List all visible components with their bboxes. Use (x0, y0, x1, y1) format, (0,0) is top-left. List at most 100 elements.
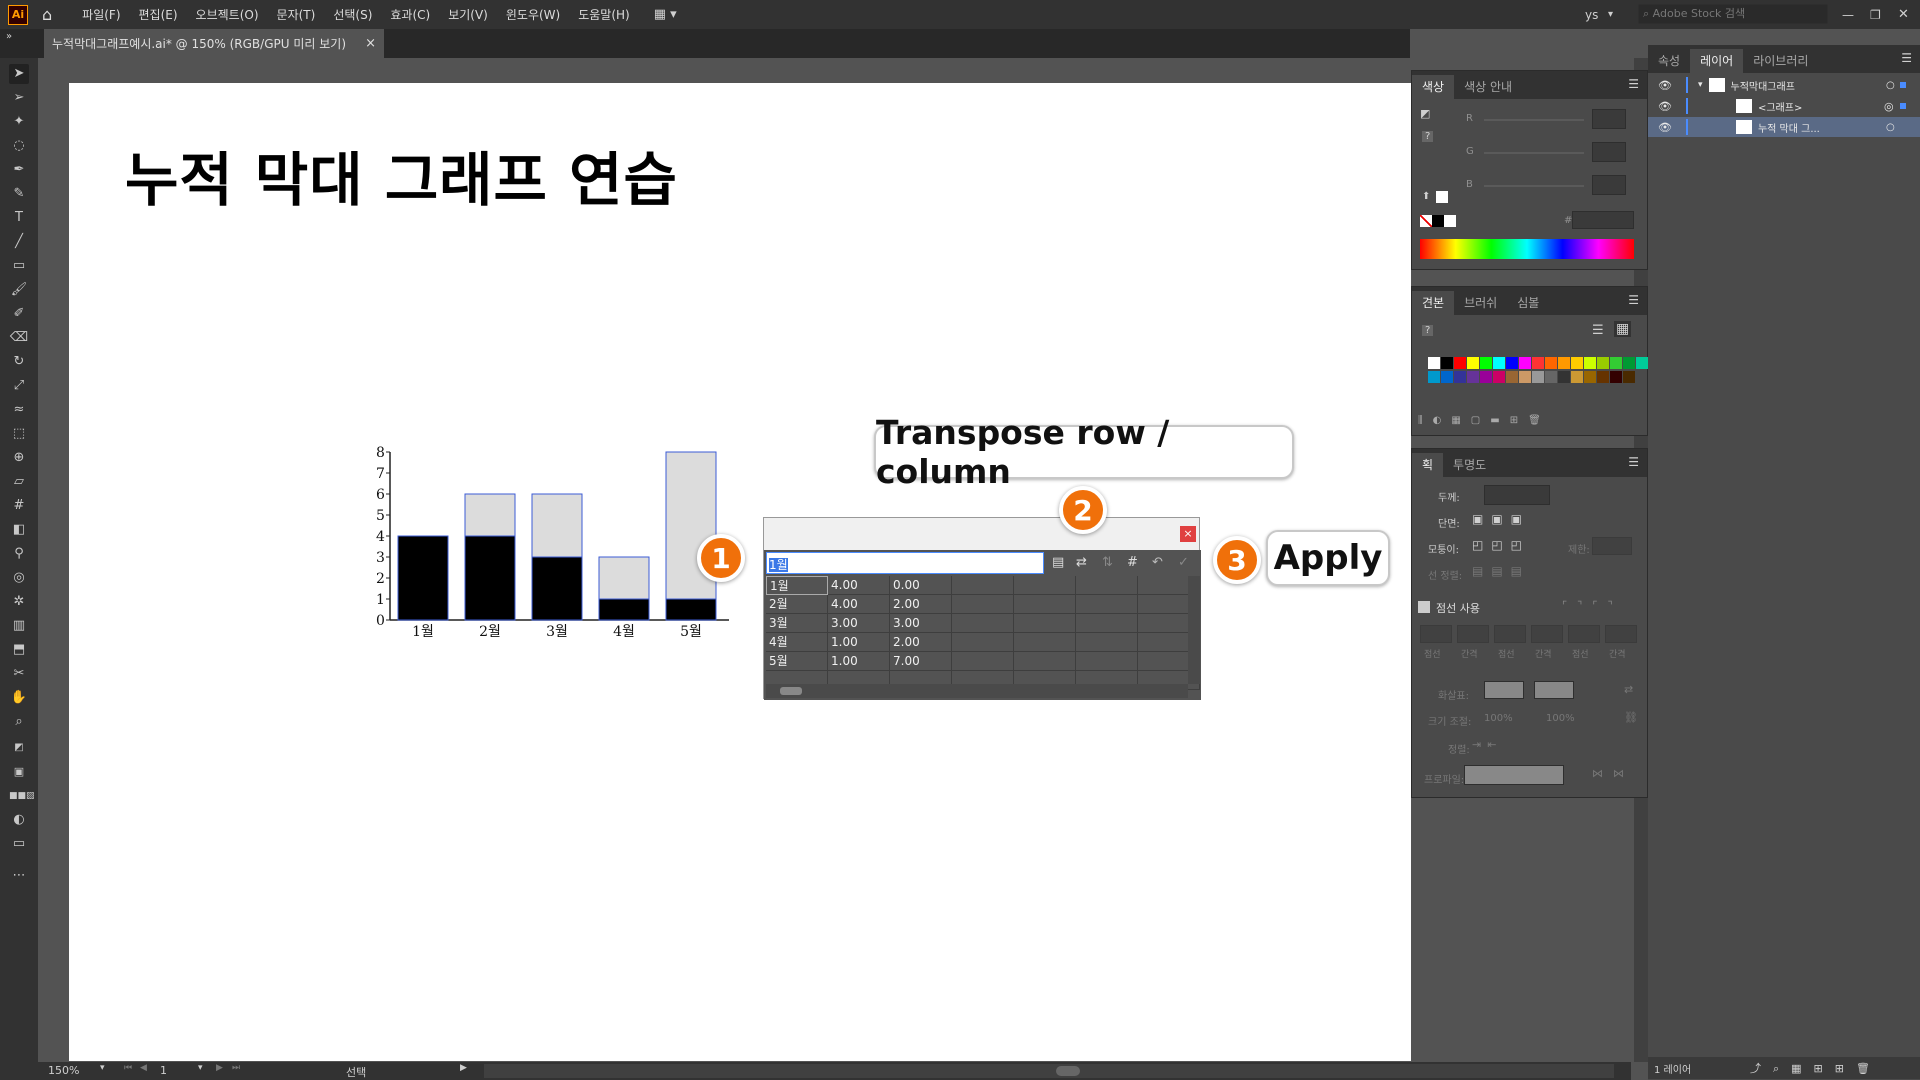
rotate-tool-icon[interactable]: ↻ (9, 352, 29, 372)
visibility-eye-icon[interactable]: 👁 (1658, 100, 1672, 113)
tab-color-guide[interactable]: 색상 안내 (1454, 75, 1522, 99)
scale-tool-icon[interactable]: ⤢ (9, 376, 29, 396)
data-cell[interactable]: 4.00 (828, 595, 890, 614)
blob-brush-tool-icon[interactable]: ✐ (9, 304, 29, 324)
data-cell[interactable]: 2.00 (890, 633, 952, 652)
color-swatch[interactable] (1636, 357, 1648, 369)
delete-swatch-icon[interactable]: 🗑 (1528, 415, 1551, 426)
data-cell[interactable] (1014, 614, 1076, 633)
data-cell[interactable] (1076, 595, 1138, 614)
profile-select[interactable] (1464, 765, 1564, 785)
color-swatch[interactable] (1532, 357, 1544, 369)
column-graph-tool-icon[interactable]: ▥ (9, 616, 29, 636)
b-slider[interactable] (1484, 185, 1584, 187)
color-swatch[interactable] (1532, 371, 1544, 383)
menu-file[interactable]: 파일(F) (82, 6, 120, 23)
first-artboard-icon[interactable]: ⏮ (124, 1063, 132, 1073)
warp-tool-icon[interactable]: ≈ (9, 400, 29, 420)
panel-menu-icon[interactable]: ☰ (1628, 77, 1639, 91)
link-scale-icon[interactable]: ⛓ (1624, 711, 1638, 724)
layers-menu-icon[interactable]: ☰ (1901, 51, 1912, 65)
limit-field[interactable] (1592, 537, 1632, 555)
fill-stroke-proxy-icon[interactable]: ◩ (1420, 107, 1430, 120)
r-slider[interactable] (1484, 119, 1584, 121)
layer-row-text[interactable]: 👁 누적 막대 그... ○ (1648, 117, 1920, 137)
color-swatch[interactable] (1428, 371, 1440, 383)
r-value-field[interactable] (1592, 109, 1626, 129)
restore-icon[interactable]: ❐ (1870, 8, 1881, 22)
color-swatch[interactable] (1597, 371, 1609, 383)
color-swatch[interactable] (1545, 371, 1557, 383)
color-swatch[interactable] (1597, 357, 1609, 369)
color-swatch[interactable] (1519, 357, 1531, 369)
weight-field[interactable] (1484, 485, 1550, 505)
data-cell[interactable] (1014, 652, 1076, 671)
menu-object[interactable]: 오브젝트(O) (196, 6, 259, 23)
hand-tool-icon[interactable]: ✋ (9, 688, 29, 708)
symbol-sprayer-tool-icon[interactable]: ✲ (9, 592, 29, 612)
tab-layers[interactable]: 레이어 (1690, 49, 1744, 73)
web-safe-swatch[interactable] (1436, 191, 1448, 203)
pen-tool-icon[interactable]: ✒ (9, 160, 29, 180)
zoom-chevron-icon[interactable]: ▾ (100, 1063, 105, 1073)
data-cell[interactable]: 3.00 (890, 614, 952, 633)
color-swatch[interactable] (1519, 371, 1531, 383)
b-value-field[interactable] (1592, 175, 1626, 195)
show-swatch-kinds-icon[interactable]: ◐ (1433, 415, 1452, 426)
vertical-scrollbar[interactable] (1188, 576, 1200, 684)
revert-icon[interactable]: ↶ (1152, 555, 1163, 570)
artboard-chevron-icon[interactable]: ▾ (198, 1063, 203, 1073)
none-swatch[interactable] (1420, 215, 1432, 227)
color-swatch[interactable] (1623, 357, 1635, 369)
perspective-grid-tool-icon[interactable]: ▱ (9, 472, 29, 492)
data-cell[interactable] (952, 576, 1014, 595)
data-cell[interactable] (1014, 576, 1076, 595)
color-swatch[interactable] (1493, 371, 1505, 383)
color-swatch[interactable] (1467, 371, 1479, 383)
data-cell[interactable] (1014, 633, 1076, 652)
tab-brushes[interactable]: 브러쉬 (1454, 291, 1507, 315)
menu-select[interactable]: 선택(S) (333, 6, 372, 23)
artboard-tool-icon[interactable]: ⬒ (9, 640, 29, 660)
color-swatch[interactable] (1506, 357, 1518, 369)
hex-value-field[interactable] (1572, 211, 1634, 229)
g-value-field[interactable] (1592, 142, 1626, 162)
dashed-line-checkbox[interactable] (1418, 601, 1430, 613)
flip-profile-icons[interactable]: ⋈⋈ (1592, 767, 1634, 780)
color-swatch[interactable] (1545, 357, 1557, 369)
data-cell[interactable] (952, 595, 1014, 614)
menu-type[interactable]: 문자(T) (277, 6, 316, 23)
dash-gap-field[interactable] (1605, 625, 1637, 643)
dash-gap-field[interactable] (1531, 625, 1563, 643)
artboard-number[interactable]: 1 (160, 1064, 167, 1077)
menu-window[interactable]: 윈도우(W) (506, 6, 560, 23)
cap-icons[interactable]: ▣▣▣ (1472, 512, 1530, 526)
color-swatch[interactable] (1584, 357, 1596, 369)
arrowhead-start-select[interactable] (1484, 681, 1524, 699)
tab-transparency[interactable]: 투명도 (1443, 453, 1496, 477)
user-chevron-icon[interactable]: ▾ (1608, 9, 1613, 20)
color-swatch[interactable] (1584, 371, 1596, 383)
type-tool-icon[interactable]: T (9, 208, 29, 228)
menu-edit[interactable]: 편집(E) (139, 6, 178, 23)
swatch-unknown-icon[interactable]: ? (1422, 325, 1434, 336)
swatch-options-icon[interactable]: ▦ (1451, 415, 1470, 426)
swatches-menu-icon[interactable]: ☰ (1628, 293, 1639, 307)
visibility-eye-icon[interactable]: 👁 (1658, 79, 1672, 92)
scale-start-value[interactable]: 100% (1484, 713, 1513, 724)
data-cell[interactable] (952, 652, 1014, 671)
swatch-library-icon[interactable]: ⫼ (1418, 415, 1433, 426)
layer-name[interactable]: 누적막대그래프 (1731, 78, 1795, 93)
apply-check-icon[interactable]: ✓ (1178, 555, 1189, 570)
paintbrush-tool-icon[interactable]: 🖌 (9, 280, 29, 300)
tab-color[interactable]: 색상 (1412, 75, 1455, 99)
tab-symbols[interactable]: 심볼 (1507, 291, 1549, 315)
color-swatch[interactable] (1571, 371, 1583, 383)
white-swatch[interactable] (1444, 215, 1456, 227)
next-artboard-icon[interactable]: ▶ (216, 1063, 223, 1073)
workspace-switcher-icon[interactable]: ▦ ▾ (654, 7, 677, 22)
horizontal-canvas-scrollbar[interactable] (484, 1064, 1614, 1078)
cell-value-input[interactable]: 1월 (766, 552, 1044, 574)
layer-row-graph[interactable]: 👁 <그래프> ◎ (1648, 96, 1920, 116)
eyedropper-tool-icon[interactable]: ⚲ (9, 544, 29, 564)
